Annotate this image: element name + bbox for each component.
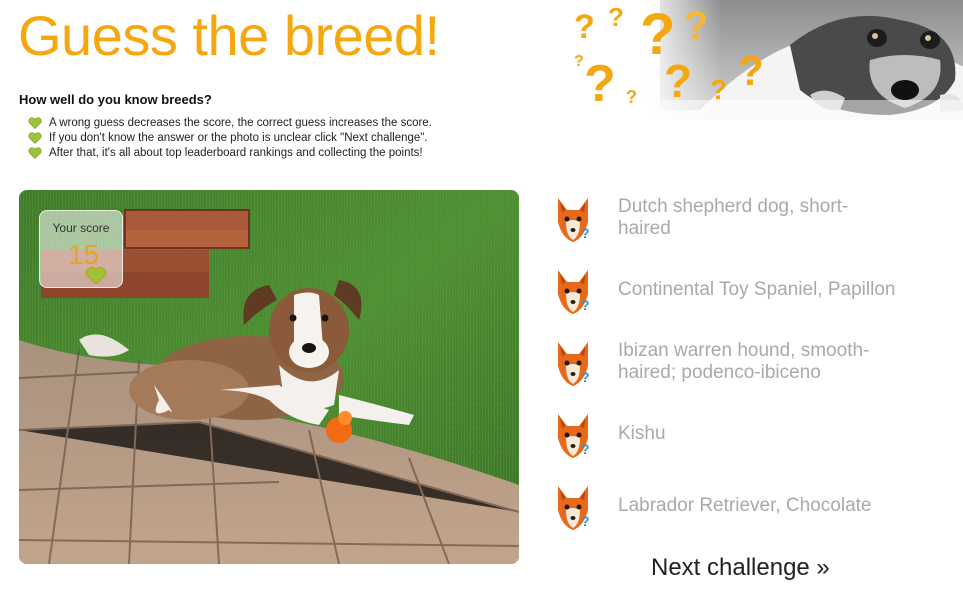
fox-question-icon: ? <box>558 486 590 530</box>
question-mark-icon: ? <box>710 74 728 105</box>
answer-option[interactable]: ? Kishu <box>554 406 934 462</box>
question-mark-icon: ? <box>626 87 637 107</box>
svg-text:?: ? <box>581 225 590 241</box>
fox-question-icon: ? <box>558 198 590 242</box>
answer-option[interactable]: ? Ibizan warren hound, smooth-haired; po… <box>554 334 934 390</box>
answer-option[interactable]: ? Dutch shepherd dog, short-haired <box>554 190 934 246</box>
answer-label: Dutch shepherd dog, short-haired <box>618 196 849 239</box>
rule-item: If you don't know the answer or the phot… <box>28 130 432 145</box>
rule-item: After that, it's all about top leaderboa… <box>28 145 432 160</box>
page-title: Guess the breed! <box>18 4 440 67</box>
intro-heading: How well do you know breeds? <box>19 92 212 107</box>
fox-question-icon: ? <box>558 414 590 458</box>
heart-icon <box>85 267 107 285</box>
svg-text:?: ? <box>581 513 590 529</box>
question-mark-icon: ? <box>584 55 616 113</box>
rule-text: A wrong guess decreases the score, the c… <box>49 116 432 129</box>
fox-question-icon: ? <box>558 270 590 314</box>
heart-bullet-icon <box>28 116 42 129</box>
answer-label: Continental Toy Spaniel, Papillon <box>618 279 896 300</box>
question-mark-icon: ? <box>574 8 595 46</box>
heart-bullet-icon <box>28 131 42 144</box>
answer-label: Kishu <box>618 423 666 444</box>
answer-option[interactable]: ? Labrador Retriever, Chocolate <box>554 478 934 534</box>
rule-item: A wrong guess decreases the score, the c… <box>28 115 432 130</box>
question-mark-icon: ? <box>664 55 693 107</box>
heart-bullet-icon <box>28 146 42 159</box>
svg-text:?: ? <box>581 369 590 385</box>
question-mark-icon: ? <box>608 2 624 32</box>
answer-label: Ibizan warren hound, smooth-haired; pode… <box>618 340 870 383</box>
score-label: Your score <box>52 221 110 235</box>
question-mark-icon: ? <box>574 53 584 70</box>
rule-text: If you don't know the answer or the phot… <box>49 131 428 144</box>
fox-question-icon: ? <box>558 342 590 386</box>
rule-text: After that, it's all about top leaderboa… <box>49 146 423 159</box>
svg-text:?: ? <box>581 297 590 313</box>
answer-label: Labrador Retriever, Chocolate <box>618 495 872 516</box>
hero-banner: ? ? ? ? ? ? ? ? ? ? <box>560 0 963 120</box>
question-mark-icon: ? <box>684 4 709 48</box>
question-mark-icon: ? <box>738 47 764 94</box>
answer-option[interactable]: ? Continental Toy Spaniel, Papillon <box>554 262 934 318</box>
next-challenge-link[interactable]: Next challenge » <box>651 554 830 582</box>
score-card: Your score 15 <box>39 210 123 288</box>
svg-text:?: ? <box>581 441 590 457</box>
rules-list: A wrong guess decreases the score, the c… <box>28 115 432 160</box>
